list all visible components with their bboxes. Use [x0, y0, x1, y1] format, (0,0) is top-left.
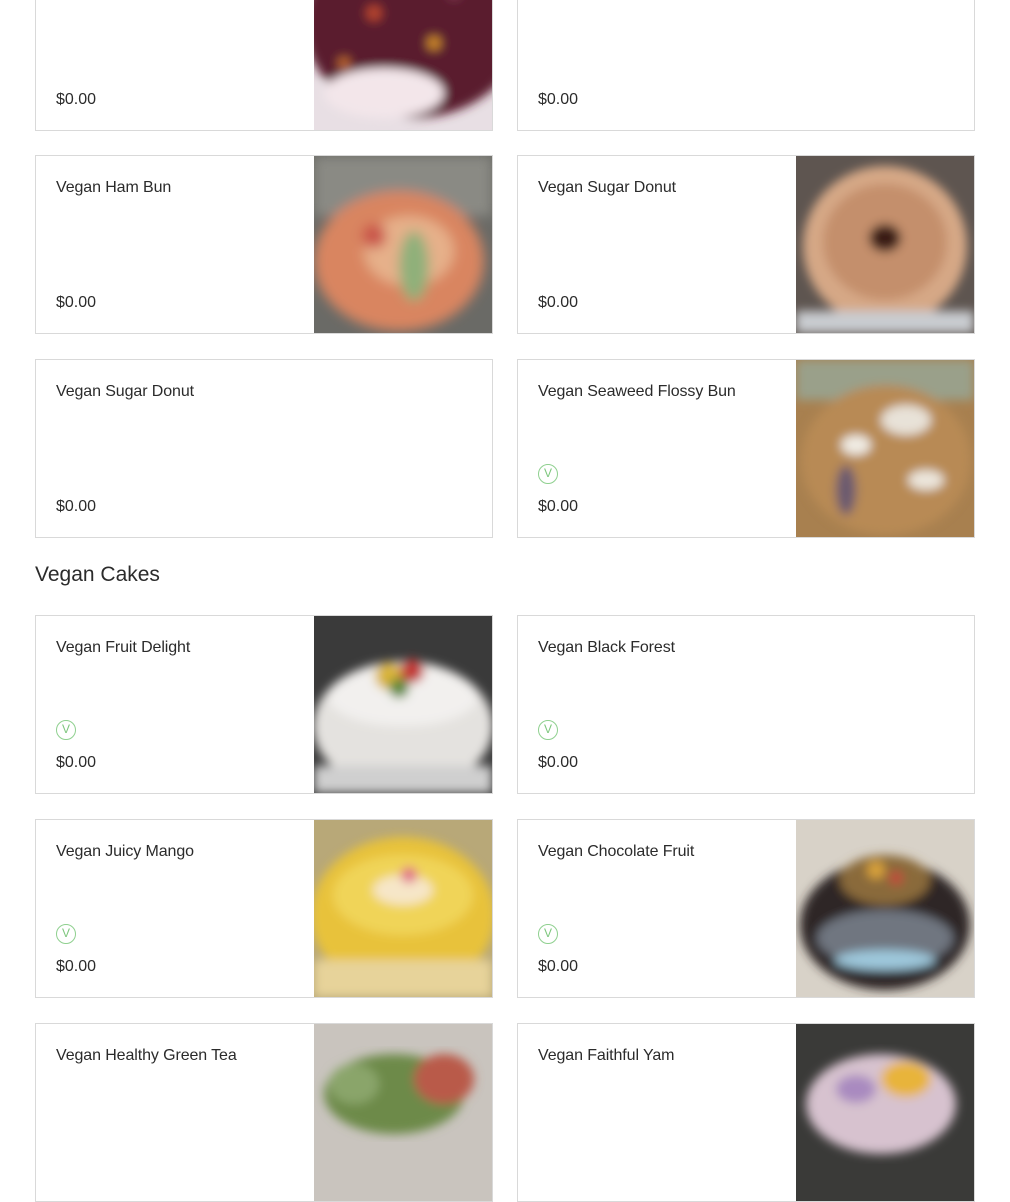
- menu-item-card[interactable]: $0.00: [517, 0, 975, 131]
- yam-cake-image: [796, 1024, 974, 1201]
- item-price: $0.00: [56, 498, 97, 515]
- item-price: $0.00: [56, 294, 97, 311]
- item-price: $0.00: [56, 958, 97, 975]
- seaweed-bun-image: [796, 360, 974, 537]
- item-price: $0.00: [538, 498, 579, 515]
- menu-item-card[interactable]: Vegan Juicy Mango V $0.00: [35, 819, 493, 998]
- menu-item-card[interactable]: Vegan Sugar Donut $0.00: [517, 155, 975, 334]
- vegan-badge-icon: V: [56, 720, 76, 740]
- chocolate-donut-image: [314, 0, 492, 130]
- menu-item-card[interactable]: Vegan Fruit Delight V $0.00: [35, 615, 493, 794]
- item-price: $0.00: [538, 958, 579, 975]
- item-price: $0.00: [56, 91, 97, 108]
- fruit-cake-image: [314, 616, 492, 793]
- item-name: Vegan Healthy Green Tea: [56, 1047, 237, 1064]
- vegan-badge-icon: V: [538, 464, 558, 484]
- item-price: $0.00: [538, 91, 579, 108]
- sugar-donut-image: [796, 156, 974, 333]
- vegan-badge-icon: V: [538, 924, 558, 944]
- item-price: $0.00: [538, 754, 579, 771]
- vegan-badge-icon: V: [56, 924, 76, 944]
- item-name: Vegan Sugar Donut: [56, 383, 194, 400]
- mango-cake-image: [314, 820, 492, 997]
- green-tea-cake-image: [314, 1024, 492, 1201]
- menu-item-card[interactable]: Vegan Chocolate Fruit V $0.00: [517, 819, 975, 998]
- item-name: Vegan Ham Bun: [56, 179, 172, 196]
- menu-item-card[interactable]: Vegan Ham Bun $0.00: [35, 155, 493, 334]
- menu-item-card[interactable]: Vegan Seaweed Flossy Bun V $0.00: [517, 359, 975, 538]
- item-name: Vegan Juicy Mango: [56, 843, 194, 860]
- item-price: $0.00: [538, 294, 579, 311]
- item-name: Vegan Sugar Donut: [538, 179, 676, 196]
- item-name: Vegan Fruit Delight: [56, 639, 191, 656]
- item-name: Vegan Seaweed Flossy Bun: [538, 383, 736, 400]
- section-title: Vegan Cakes: [35, 563, 160, 586]
- menu-item-card[interactable]: $0.00: [35, 0, 493, 131]
- item-name: Vegan Faithful Yam: [538, 1047, 675, 1064]
- menu-item-card[interactable]: Vegan Faithful Yam: [517, 1023, 975, 1202]
- chocolate-cake-image: [796, 820, 974, 997]
- menu-item-card[interactable]: Vegan Sugar Donut $0.00: [35, 359, 493, 538]
- item-name: Vegan Black Forest: [538, 639, 675, 656]
- vegan-badge-icon: V: [538, 720, 558, 740]
- item-price: $0.00: [56, 754, 97, 771]
- item-name: Vegan Chocolate Fruit: [538, 843, 695, 860]
- ham-bun-image: [314, 156, 492, 333]
- menu-item-card[interactable]: Vegan Healthy Green Tea: [35, 1023, 493, 1202]
- menu-item-card[interactable]: Vegan Black Forest V $0.00: [517, 615, 975, 794]
